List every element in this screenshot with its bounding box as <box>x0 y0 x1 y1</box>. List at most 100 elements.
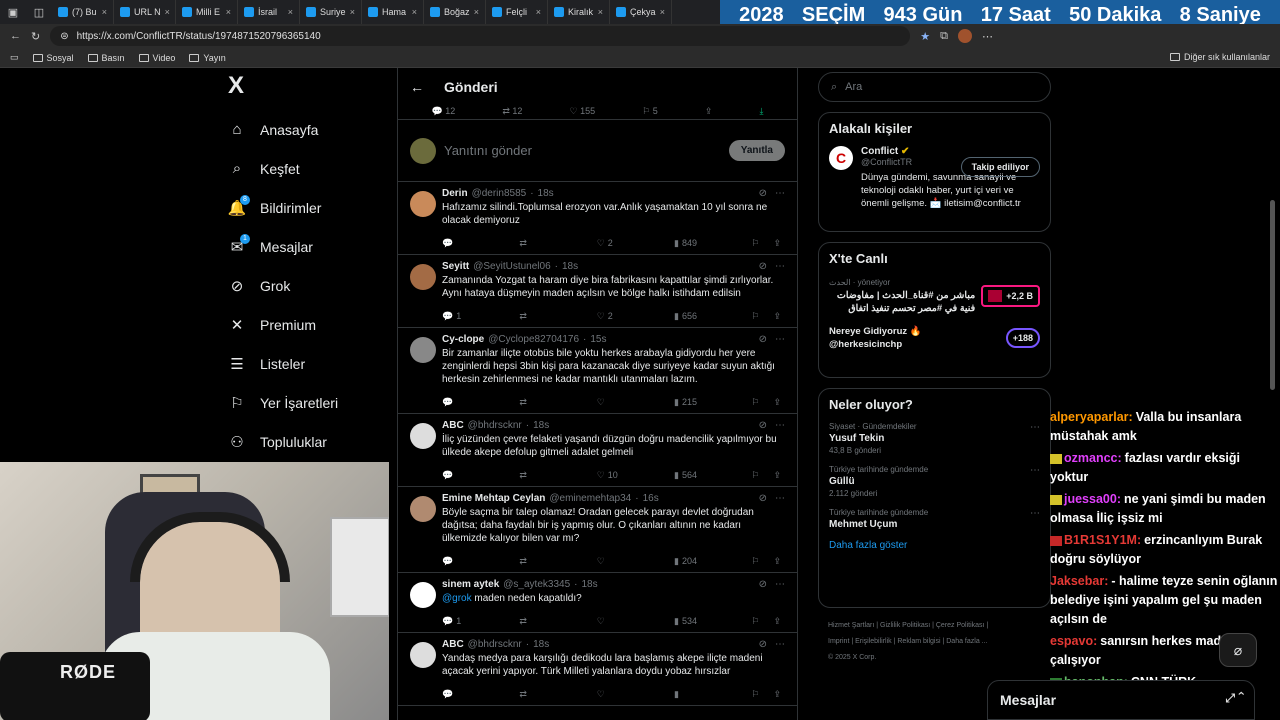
live-item[interactable]: Nereye Gidiyoruz 🔥 @herkesicinchp +188 <box>829 325 1040 351</box>
avatar[interactable] <box>410 191 436 217</box>
more-icon[interactable]: ⋯ <box>775 639 785 650</box>
close-icon[interactable]: × <box>536 7 541 17</box>
author-name[interactable]: ABC <box>442 639 464 650</box>
bookmark-count[interactable]: ⚐ 5 <box>642 106 658 119</box>
grok-icon[interactable]: ⊘ <box>759 579 767 590</box>
browser-tab[interactable]: Felçli × <box>486 0 548 24</box>
avatar[interactable] <box>410 582 436 608</box>
post-time[interactable]: 18s <box>562 261 578 272</box>
author-handle[interactable]: @derin8585 <box>472 188 527 199</box>
author-name[interactable]: sinem aytek <box>442 579 499 590</box>
grok-icon[interactable]: ⊘ <box>759 639 767 650</box>
nav-item-8[interactable]: ⚇ Topluluklar <box>222 422 392 461</box>
footer-line[interactable]: Hizmet Şartları | Gizlilik Politikası | … <box>828 618 1048 634</box>
views-action[interactable]: ▮ 204 <box>674 556 710 567</box>
conflict-logo[interactable]: C <box>829 146 853 170</box>
bookmark-icon[interactable]: ⚐ <box>751 556 759 567</box>
bookmark-icon[interactable]: ⚐ <box>751 616 759 627</box>
views-action[interactable]: ▮ 215 <box>674 397 710 408</box>
related-name[interactable]: Conflict ✔ <box>861 146 1040 157</box>
url-field[interactable]: ⊜ https://x.com/ConflictTR/status/197487… <box>50 26 911 46</box>
bookmark-folder-sosyal[interactable]: Sosyal <box>32 53 74 63</box>
author-name[interactable]: Derin <box>442 188 468 199</box>
grok-icon[interactable]: ⊘ <box>759 334 767 345</box>
messages-drawer[interactable]: Mesajlar ⤢ ⌃ <box>987 680 1255 720</box>
menu-icon[interactable]: ⋯ <box>982 30 993 43</box>
close-icon[interactable]: × <box>102 7 107 17</box>
extensions-icon[interactable]: ⧉ <box>940 30 948 43</box>
author-handle[interactable]: @s_aytek3345 <box>503 579 570 590</box>
nav-item-1[interactable]: ⌕ Keşfet <box>222 149 392 188</box>
site-info-icon[interactable]: ⊜ <box>60 31 68 42</box>
nav-item-3[interactable]: ✉ 1 Mesajlar <box>222 227 392 266</box>
x-logo[interactable]: X <box>222 72 392 106</box>
like-action[interactable]: ♡ 2 <box>597 311 633 322</box>
reply-post[interactable]: sinem aytek @s_aytek3345 · 18s ⊘ ⋯ @grok maden… <box>398 573 797 633</box>
browser-tab[interactable]: (7) Bu × <box>52 0 114 24</box>
sidebar-toggle-icon[interactable]: ◫ <box>26 0 52 24</box>
more-icon[interactable]: ⋯ <box>775 493 785 504</box>
bookmark-icon[interactable]: ⚐ <box>751 311 759 322</box>
grok-icon[interactable]: ⊘ <box>759 188 767 199</box>
post-time[interactable]: 16s <box>643 493 659 504</box>
post-time[interactable]: 18s <box>533 639 549 650</box>
more-icon[interactable]: ⋯ <box>1030 422 1040 433</box>
close-icon[interactable]: × <box>226 7 231 17</box>
back-icon[interactable]: ← <box>10 30 21 42</box>
nav-item-6[interactable]: ☰ Listeler <box>222 344 392 383</box>
browser-tab[interactable]: Çekya × <box>610 0 672 24</box>
author-name[interactable]: Cy-clope <box>442 334 484 345</box>
nav-item-0[interactable]: ⌂ Anasayfa <box>222 110 392 149</box>
show-more-link[interactable]: Daha fazla göster <box>829 540 1040 551</box>
browser-tab[interactable]: URL N × <box>114 0 176 24</box>
more-icon[interactable]: ⋯ <box>775 579 785 590</box>
close-icon[interactable]: × <box>350 7 355 17</box>
post-time[interactable]: 18s <box>581 579 597 590</box>
nav-item-5[interactable]: ✕ Premium <box>222 305 392 344</box>
bookmark-icon[interactable]: ⚐ <box>751 397 759 408</box>
trend-item[interactable]: Türkiye tarihinde gündemde Güllü 2.112 gön… <box>829 465 1040 498</box>
bookmark-folder-video[interactable]: Video <box>138 53 175 63</box>
more-icon[interactable]: ⋯ <box>1030 465 1040 476</box>
share-icon[interactable]: ⇪ <box>773 556 781 567</box>
reply-action[interactable]: 💬 <box>442 397 478 408</box>
close-icon[interactable]: × <box>165 7 170 17</box>
more-icon[interactable]: ⋯ <box>775 188 785 199</box>
footer-line[interactable]: Imprint | Erişilebilirlik | Reklam bilgi… <box>828 634 1048 650</box>
close-icon[interactable]: × <box>660 7 665 17</box>
repost-action[interactable]: ⇄ <box>519 311 555 322</box>
share-icon[interactable]: ⇪ <box>773 470 781 481</box>
views-action[interactable]: ▮ 564 <box>674 470 710 481</box>
nav-item-2[interactable]: 🔔 8 Bildirimler <box>222 188 392 227</box>
live-item[interactable]: الحدث · yönetiyor مباشر من #قناة_الحدث |… <box>829 276 1040 315</box>
nav-item-7[interactable]: ⚐ Yer İşaretleri <box>222 383 392 422</box>
author-handle[interactable]: @Cyclope82704176 <box>488 334 579 345</box>
repost-action[interactable]: ⇄ <box>519 689 555 700</box>
more-icon[interactable]: ⋯ <box>775 334 785 345</box>
following-button[interactable]: Takip ediliyor <box>960 157 1040 177</box>
favorite-star-icon[interactable]: ★ <box>920 30 930 43</box>
like-action[interactable]: ♡ <box>597 556 633 567</box>
views-action[interactable]: ▮ 534 <box>674 616 710 627</box>
reply-action[interactable]: 💬 <box>442 556 478 567</box>
live-listener-pill[interactable]: +2,2 B <box>981 284 1040 307</box>
close-icon[interactable]: × <box>288 7 293 17</box>
author-handle[interactable]: @bhdrscknr <box>468 639 522 650</box>
repost-count[interactable]: ⇄ 12 <box>502 106 522 119</box>
repost-action[interactable]: ⇄ <box>519 616 555 627</box>
reply-post[interactable]: ABC @bhdrscknr · 18s ⊘ ⋯ İliç yüzünden çevre f… <box>398 414 797 487</box>
reply-count[interactable]: 💬 12 <box>432 106 456 119</box>
avatar[interactable] <box>410 423 436 449</box>
download-icon[interactable]: ⤓ <box>759 106 763 119</box>
author-name[interactable]: ABC <box>442 420 464 431</box>
reply-post[interactable]: ABC @bhdrscknr · 18s ⊘ ⋯ Yandaş medya para kar… <box>398 633 797 706</box>
back-arrow-icon[interactable]: ← <box>410 79 424 95</box>
search-input[interactable]: ⌕ Ara <box>818 72 1051 102</box>
post-time[interactable]: 18s <box>533 420 549 431</box>
mention-link[interactable]: @grok <box>442 593 472 604</box>
share-icon[interactable]: ⇪ <box>773 616 781 627</box>
like-count[interactable]: ♡ 155 <box>569 106 595 119</box>
views-action[interactable]: ▮ <box>674 689 710 700</box>
trend-item[interactable]: Türkiye tarihinde gündemde Mehmet Uçum ⋯ <box>829 508 1040 530</box>
repost-action[interactable]: ⇄ <box>519 397 555 408</box>
